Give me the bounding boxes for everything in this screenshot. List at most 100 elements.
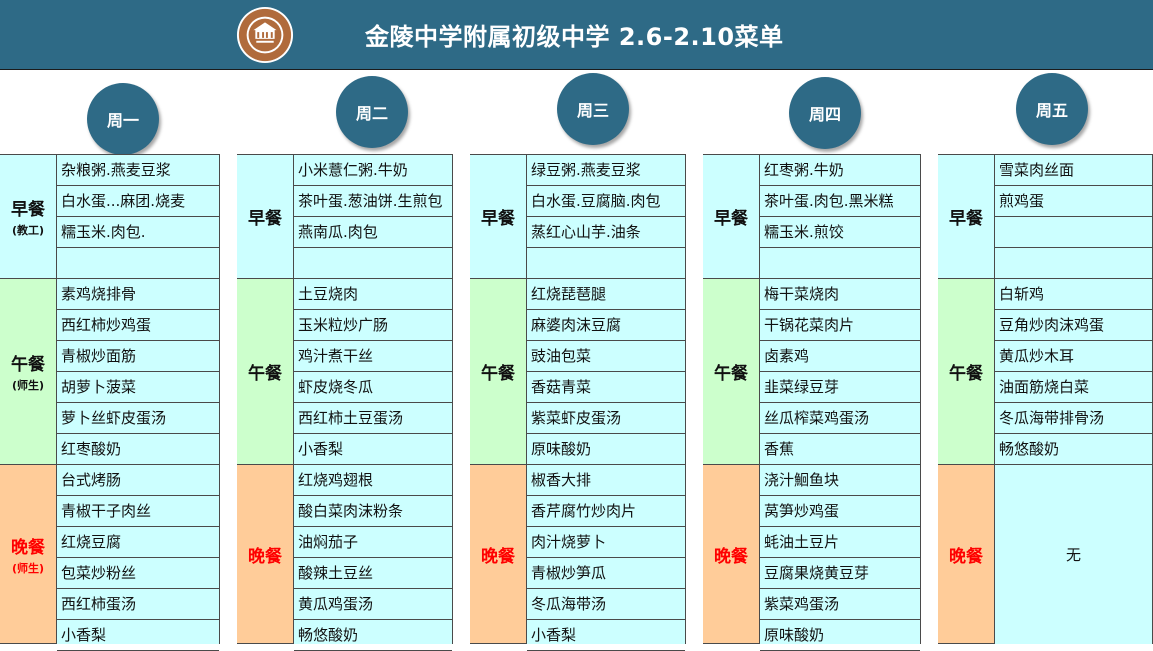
header-bar: 金陵中学附属初级中学 2.6-2.10菜单 [0,0,1153,70]
meal-name: 早餐 [714,209,748,229]
meal-label-breakfast: 早餐 (教工) [0,155,56,279]
menu-item-lunch: 紫菜虾皮蛋汤 [527,403,685,434]
menu-item-lunch: 麻婆肉沫豆腐 [527,310,685,341]
menu-item-dinner: 原味酸奶 [760,620,920,651]
menu-item-breakfast: 茶叶蛋.葱油饼.生煎包 [294,186,452,217]
meal-label-dinner: 晚餐 [470,465,526,644]
school-seal-icon [236,6,294,64]
meal-name: 晚餐 [481,546,515,567]
menu-item-dinner: 蚝油土豆片 [760,527,920,558]
menu-item-breakfast: 白水蛋...麻团.烧麦 [57,186,219,217]
page-title: 金陵中学附属初级中学 2.6-2.10菜单 [365,23,784,51]
meal-audience: (师生) [11,379,45,392]
menu-item-lunch: 西红柿炒鸡蛋 [57,310,219,341]
menu-item-breakfast [57,248,219,279]
menu-item-dinner: 豆腐果烧黄豆芽 [760,558,920,589]
menu-item-lunch: 香菇青菜 [527,372,685,403]
menu-item-breakfast [527,248,685,279]
menu-item-breakfast: 燕南瓜.肉包 [294,217,452,248]
meal-label-dinner: 晚餐 [938,465,994,644]
day-circle-mon: 周一 [87,83,159,155]
day-column-tue: 早餐午餐晚餐 小米薏仁粥.牛奶 茶叶蛋.葱油饼.生煎包 燕南瓜.肉包 土豆烧肉 玉米粒炒广… [237,155,453,651]
menu-item-dinner: 香芹腐竹炒肉片 [527,496,685,527]
menu-item-dinner: 小香梨 [57,620,219,651]
menu-item-dinner: 冬瓜海带汤 [527,589,685,620]
day-circle-thu: 周四 [789,77,861,149]
meal-label-lunch: 午餐 [237,279,293,465]
menu-items-column: 杂粮粥.燕麦豆浆 白水蛋...麻团.烧麦 糯玉米.肉包. 素鸡烧排骨 西红柿炒鸡蛋 青椒炒… [56,155,220,651]
menu-item-breakfast [995,248,1152,279]
menu-item-lunch: 红烧琵琶腿 [527,279,685,310]
meal-label-lunch: 午餐 [470,279,526,465]
menu-item-lunch: 玉米粒炒广肠 [294,310,452,341]
menu-item-breakfast: 白水蛋.豆腐脑.肉包 [527,186,685,217]
menu-item-lunch: 虾皮烧冬瓜 [294,372,452,403]
meal-label-breakfast: 早餐 [703,155,759,279]
meal-label-breakfast: 早餐 [470,155,526,279]
no-dinner-text: 无 [1065,546,1081,564]
menu-item-lunch: 卤素鸡 [760,341,920,372]
menu-item-dinner: 畅悠酸奶 [294,620,452,651]
menu-item-breakfast: 雪菜肉丝面 [995,155,1152,186]
meal-name: 早餐 [949,209,983,229]
day-column-thu: 早餐午餐晚餐 红枣粥.牛奶 茶叶蛋.肉包.黑米糕 糯玉米.煎饺 梅干菜烧肉 干锅花菜肉片卤… [703,155,921,651]
menu-item-dinner: 台式烤肠 [57,465,219,496]
menu-item-breakfast [294,248,452,279]
menu-item-lunch: 油面筋烧白菜 [995,372,1152,403]
menu-item-dinner: 椒香大排 [527,465,685,496]
menu-item-dinner: 青椒炒笋瓜 [527,558,685,589]
menu-item-lunch: 丝瓜榨菜鸡蛋汤 [760,403,920,434]
menu-item-lunch: 胡萝卜菠菜 [57,372,219,403]
menu-item-dinner: 青椒干子肉丝 [57,496,219,527]
menu-item-breakfast: 茶叶蛋.肉包.黑米糕 [760,186,920,217]
meal-audience: (师生) [11,561,45,575]
meal-name: 晚餐 [949,546,983,567]
menu-item-lunch: 豉油包菜 [527,341,685,372]
menu-item-lunch: 素鸡烧排骨 [57,279,219,310]
day-column-fri: 早餐 午餐 晚餐 雪菜肉丝面 煎鸡蛋 白斩鸡 豆角炒肉沫鸡蛋 黄瓜炒木耳 油面筋烧白菜 冬瓜海带排… [938,155,1153,644]
menu-item-lunch: 梅干菜烧肉 [760,279,920,310]
meal-name: 晚餐 [714,546,748,567]
meal-name: 午餐 [949,364,983,384]
menu-item-dinner: 红烧豆腐 [57,527,219,558]
menu-items-column: 红枣粥.牛奶 茶叶蛋.肉包.黑米糕 糯玉米.煎饺 梅干菜烧肉 干锅花菜肉片 卤素鸡 韭菜绿豆… [759,155,921,651]
menu-item-lunch: 小香梨 [294,434,452,465]
menu-item-breakfast [995,217,1152,248]
menu-item-lunch: 冬瓜海带排骨汤 [995,403,1152,434]
meal-label-lunch: 午餐 (师生) [0,279,56,465]
menu-item-lunch: 韭菜绿豆芽 [760,372,920,403]
day-circle-wed: 周三 [557,73,629,145]
menu-item-lunch: 黄瓜炒木耳 [995,341,1152,372]
meal-label-lunch: 午餐 [703,279,759,465]
menu-item-lunch: 畅悠酸奶 [995,434,1152,465]
meal-name: 早餐 [11,200,45,220]
meal-label-dinner: 晚餐 [703,465,759,644]
menu-item-breakfast [760,248,920,279]
meal-audience: (教工) [11,224,45,237]
meal-label-dinner: 晚餐 (师生) [0,465,56,644]
day-circle-tue: 周二 [336,76,408,148]
menu-item-lunch: 鸡汁煮干丝 [294,341,452,372]
menu-item-lunch: 香蕉 [760,434,920,465]
menu-item-dinner: 酸辣土豆丝 [294,558,452,589]
meal-name: 晚餐 [248,546,282,567]
menu-item-breakfast: 绿豆粥.燕麦豆浆 [527,155,685,186]
meal-name: 晚餐 [11,537,45,558]
menu-item-dinner: 红烧鸡翅根 [294,465,452,496]
meal-name: 午餐 [481,364,515,384]
menu-item-lunch: 干锅花菜肉片 [760,310,920,341]
meal-label-breakfast: 早餐 [938,155,994,279]
menu-items-column: 小米薏仁粥.牛奶 茶叶蛋.葱油饼.生煎包 燕南瓜.肉包 土豆烧肉 玉米粒炒广肠 鸡汁煮干丝… [293,155,453,651]
menu-item-lunch: 红枣酸奶 [57,434,219,465]
menu-item-breakfast: 杂粮粥.燕麦豆浆 [57,155,219,186]
menu-item-dinner: 紫菜鸡蛋汤 [760,589,920,620]
meal-name: 早餐 [248,209,282,229]
meal-name: 午餐 [11,355,45,375]
menu-item-dinner: 包菜炒粉丝 [57,558,219,589]
day-column-wed: 早餐 午餐 晚餐 绿豆粥.燕麦豆浆 白水蛋.豆腐脑.肉包 蒸红心山芋.油条 红烧琵琶腿 麻婆肉… [470,155,686,651]
meal-label-lunch: 午餐 [938,279,994,465]
menu-item-dinner: 肉汁烧萝卜 [527,527,685,558]
menu-item-lunch: 西红柿土豆蛋汤 [294,403,452,434]
menu-item-breakfast: 小米薏仁粥.牛奶 [294,155,452,186]
menu-item-lunch: 青椒炒面筋 [57,341,219,372]
